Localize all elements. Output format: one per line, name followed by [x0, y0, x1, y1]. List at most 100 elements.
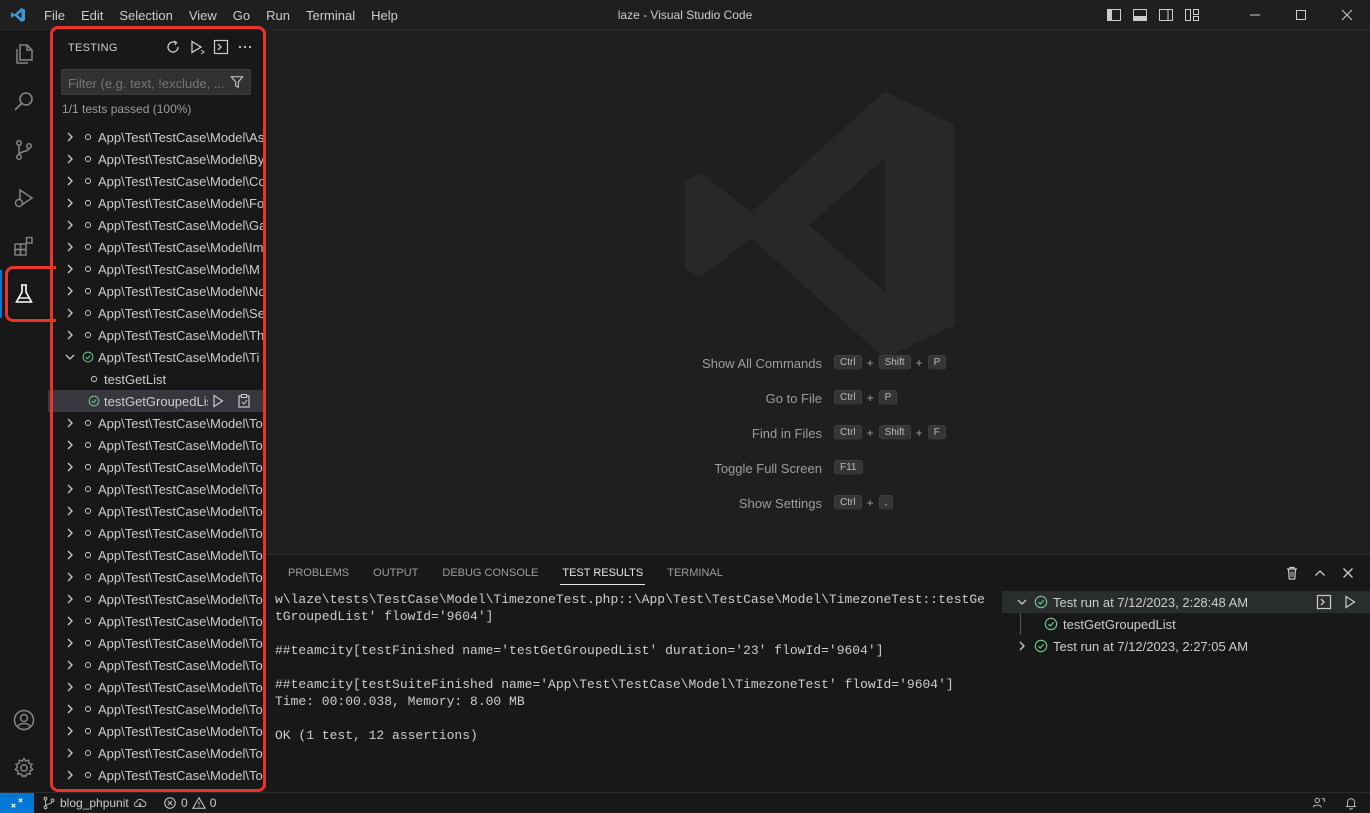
panel-tab-output[interactable]: OUTPUT [361, 555, 430, 591]
chevron-right-icon[interactable] [62, 525, 78, 541]
maximize-button[interactable] [1278, 0, 1324, 30]
test-suite-item[interactable]: App\Test\TestCase\Model\To [48, 544, 265, 566]
run-debug-button[interactable] [0, 174, 48, 222]
chevron-down-icon[interactable] [1014, 594, 1030, 610]
shortcut-name[interactable]: Show Settings [739, 496, 822, 511]
shortcut-name[interactable]: Toggle Full Screen [714, 461, 822, 476]
test-suite-item[interactable]: App\Test\TestCase\Model\To [48, 610, 265, 632]
search-button[interactable] [0, 78, 48, 126]
chevron-right-icon[interactable] [62, 481, 78, 497]
test-suite-item[interactable]: App\Test\TestCase\Model\As [48, 126, 265, 148]
toggle-primary-sidebar-icon[interactable] [1106, 7, 1122, 23]
menu-file[interactable]: File [36, 8, 73, 23]
chevron-right-icon[interactable] [62, 239, 78, 255]
minimize-button[interactable] [1232, 0, 1278, 30]
shortcut-name[interactable]: Go to File [766, 391, 822, 406]
chevron-right-icon[interactable] [62, 283, 78, 299]
chevron-right-icon[interactable] [62, 459, 78, 475]
run-test-icon[interactable] [210, 393, 226, 409]
chevron-right-icon[interactable] [62, 151, 78, 167]
test-suite-item[interactable]: App\Test\TestCase\Model\Ga [48, 214, 265, 236]
chevron-right-icon[interactable] [62, 613, 78, 629]
chevron-right-icon[interactable] [62, 261, 78, 277]
branch-indicator[interactable]: blog_phpunit [42, 793, 147, 812]
test-suite-item[interactable]: App\Test\TestCase\Model\To [48, 720, 265, 742]
toggle-secondary-sidebar-icon[interactable] [1158, 7, 1174, 23]
chevron-right-icon[interactable] [62, 129, 78, 145]
explorer-button[interactable] [0, 30, 48, 78]
menu-terminal[interactable]: Terminal [298, 8, 363, 23]
panel-tab-terminal[interactable]: TERMINAL [655, 555, 735, 591]
clear-results-icon[interactable] [1284, 565, 1300, 581]
chevron-right-icon[interactable] [62, 217, 78, 233]
close-button[interactable] [1324, 0, 1370, 30]
manage-button[interactable] [0, 744, 48, 792]
shortcut-name[interactable]: Show All Commands [702, 356, 822, 371]
panel-tab-problems[interactable]: PROBLEMS [276, 555, 361, 591]
test-suite-item[interactable]: App\Test\TestCase\Model\To [48, 566, 265, 588]
chevron-right-icon[interactable] [62, 679, 78, 695]
chevron-right-icon[interactable] [62, 195, 78, 211]
test-suite-item[interactable]: App\Test\TestCase\Model\M [48, 258, 265, 280]
test-suite-item[interactable]: App\Test\TestCase\Model\To [48, 522, 265, 544]
panel-tab-test-results[interactable]: TEST RESULTS [550, 555, 655, 591]
testing-button[interactable] [0, 270, 48, 318]
menu-help[interactable]: Help [363, 8, 406, 23]
problems-indicator[interactable]: 0 0 [163, 793, 216, 812]
accounts-button[interactable] [0, 696, 48, 744]
test-run-item[interactable]: Test run at 7/12/2023, 2:27:05 AM [1002, 635, 1370, 657]
test-suite-item[interactable]: App\Test\TestCase\Model\Im [48, 236, 265, 258]
test-suite-item[interactable]: App\Test\TestCase\Model\To [48, 632, 265, 654]
open-terminal-icon[interactable] [1316, 594, 1332, 610]
menu-selection[interactable]: Selection [111, 8, 180, 23]
notifications-button[interactable] [1344, 793, 1358, 812]
menu-edit[interactable]: Edit [73, 8, 111, 23]
run-all-tests-icon[interactable] [189, 39, 205, 55]
menu-run[interactable]: Run [258, 8, 298, 23]
shortcut-name[interactable]: Find in Files [752, 426, 822, 441]
test-suite-item[interactable]: App\Test\TestCase\Model\To [48, 742, 265, 764]
chevron-right-icon[interactable] [62, 415, 78, 431]
chevron-right-icon[interactable] [62, 437, 78, 453]
feedback-button[interactable] [1312, 793, 1326, 812]
sync-cloud-icon[interactable] [133, 796, 147, 810]
chevron-down-icon[interactable] [62, 349, 78, 365]
panel-tab-debug-console[interactable]: DEBUG CONSOLE [430, 555, 550, 591]
test-suite-item[interactable]: App\Test\TestCase\Model\Co [48, 170, 265, 192]
chevron-right-icon[interactable] [62, 635, 78, 651]
menu-go[interactable]: Go [225, 8, 258, 23]
test-suite-item[interactable]: App\Test\TestCase\Model\To [48, 412, 265, 434]
test-suite-item[interactable]: App\Test\TestCase\Model\To [48, 654, 265, 676]
test-suite-item[interactable]: App\Test\TestCase\Model\No [48, 280, 265, 302]
chevron-right-icon[interactable] [62, 591, 78, 607]
test-suite-item[interactable]: App\Test\TestCase\Model\To [48, 698, 265, 720]
test-suite-item[interactable]: App\Test\TestCase\Model\To [48, 434, 265, 456]
menu-view[interactable]: View [181, 8, 225, 23]
chevron-right-icon[interactable] [62, 173, 78, 189]
go-to-test-icon[interactable] [236, 393, 252, 409]
chevron-right-icon[interactable] [62, 767, 78, 783]
chevron-right-icon[interactable] [62, 547, 78, 563]
test-suite-item[interactable]: App\Test\TestCase\Model\To [48, 588, 265, 610]
maximize-panel-icon[interactable] [1312, 565, 1328, 581]
test-suite-item[interactable]: App\Test\TestCase\Model\To [48, 764, 265, 786]
show-output-icon[interactable] [213, 39, 229, 55]
chevron-right-icon[interactable] [62, 305, 78, 321]
test-suite-item[interactable]: App\Test\TestCase\Model\To [48, 478, 265, 500]
source-control-button[interactable] [0, 126, 48, 174]
test-suite-item[interactable]: App\Test\TestCase\Model\Ti [48, 346, 265, 368]
chevron-right-icon[interactable] [62, 569, 78, 585]
test-suite-item[interactable]: App\Test\TestCase\Model\To [48, 500, 265, 522]
filter-icon[interactable] [230, 75, 244, 89]
chevron-right-icon[interactable] [62, 701, 78, 717]
test-suite-item[interactable]: App\Test\TestCase\Model\By [48, 148, 265, 170]
test-item[interactable]: testGetList [48, 368, 265, 390]
test-run-item[interactable]: Test run at 7/12/2023, 2:28:48 AM [1002, 591, 1370, 613]
test-suite-item[interactable]: App\Test\TestCase\Model\To [48, 456, 265, 478]
test-suite-item[interactable]: App\Test\TestCase\Model\To [48, 676, 265, 698]
close-panel-icon[interactable] [1340, 565, 1356, 581]
rerun-icon[interactable] [1342, 594, 1358, 610]
chevron-right-icon[interactable] [62, 503, 78, 519]
test-suite-item[interactable]: App\Test\TestCase\Model\Th [48, 324, 265, 346]
customize-layout-icon[interactable] [1184, 7, 1200, 23]
